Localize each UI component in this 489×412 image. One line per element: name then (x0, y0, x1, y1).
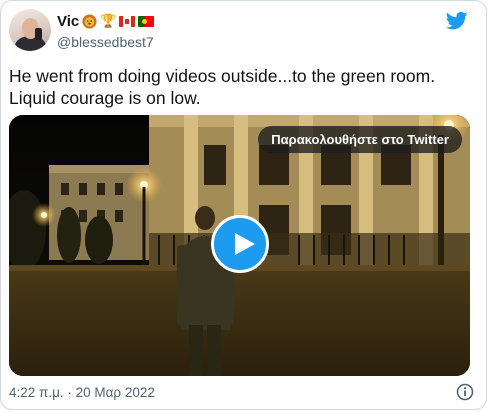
tweet-card[interactable]: Vic 🏆 @blessedbest7 He went from doing v… (0, 0, 487, 410)
info-icon[interactable] (456, 383, 474, 401)
author-handle[interactable]: @blessedbest7 (57, 34, 154, 50)
play-icon[interactable] (211, 215, 269, 273)
author-info[interactable]: Vic 🏆 @blessedbest7 (57, 11, 155, 50)
display-name[interactable]: Vic (57, 13, 79, 30)
timestamp[interactable]: 4:22 π.μ. · 20 Μαρ 2022 (9, 385, 155, 400)
flag-canada-icon (119, 15, 136, 27)
lion-icon (82, 13, 97, 29)
watch-on-twitter-button[interactable]: Παρακολουθήστε στο Twitter (258, 126, 462, 153)
tweet-text-line: He went from doing videos outside...to t… (9, 66, 436, 86)
video-player[interactable]: Παρακολουθήστε στο Twitter (9, 115, 470, 376)
flag-portugal-icon (138, 15, 155, 27)
tweet-text: He went from doing videos outside...to t… (9, 65, 479, 109)
trophy-icon: 🏆 (100, 13, 117, 28)
tweet-text-line: Liquid courage is on low. (9, 88, 201, 108)
avatar[interactable] (9, 9, 51, 51)
tweet-footer: 4:22 π.μ. · 20 Μαρ 2022 (9, 382, 478, 404)
twitter-bird-icon[interactable] (446, 11, 468, 31)
tweet-header: Vic 🏆 @blessedbest7 (9, 9, 478, 53)
